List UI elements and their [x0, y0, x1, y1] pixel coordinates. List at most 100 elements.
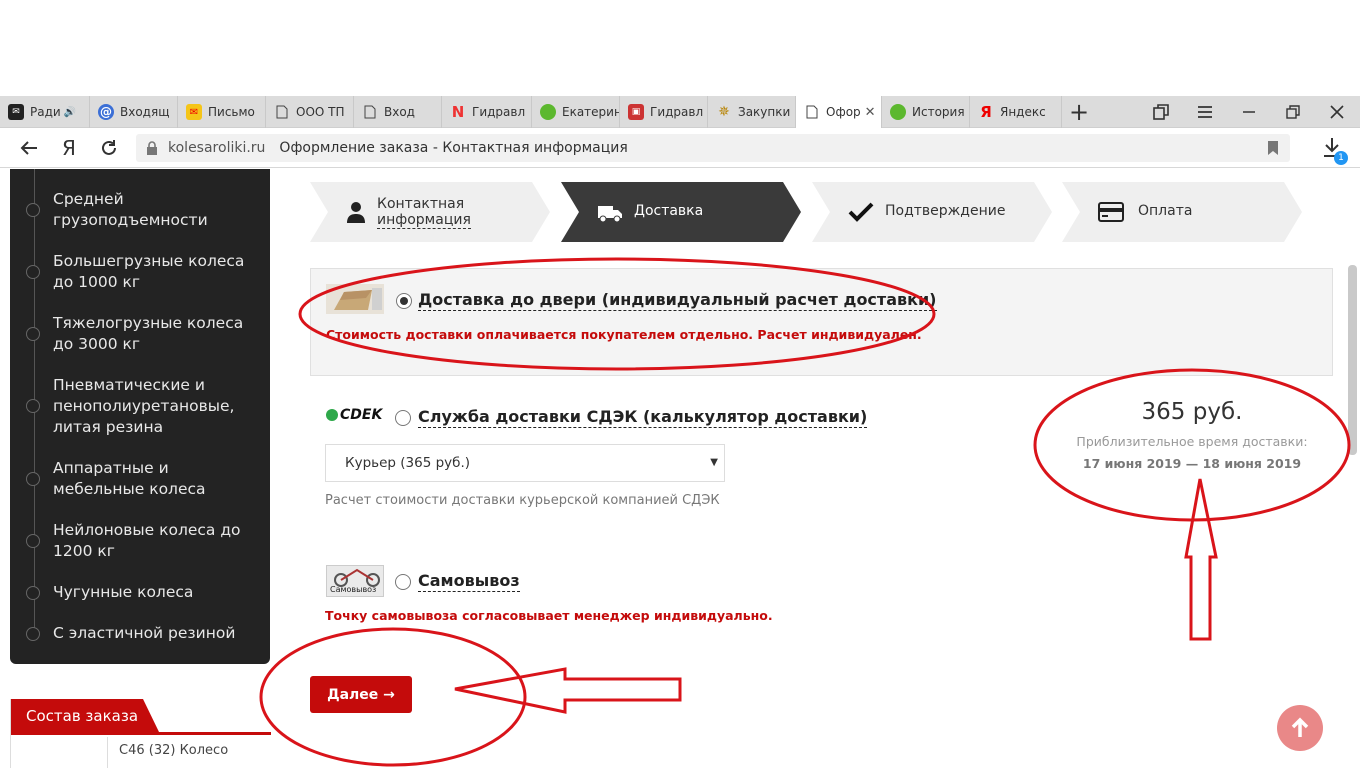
- step-label: Подтверждение: [885, 203, 1006, 219]
- cdek-note: Расчет стоимости доставки курьерской ком…: [325, 493, 720, 508]
- blank-top-area: [0, 0, 1360, 96]
- page-icon: [274, 104, 290, 120]
- at-icon: @: [98, 104, 114, 120]
- tab-10-active[interactable]: Офор ✕: [796, 96, 882, 128]
- door-delivery-radio[interactable]: [396, 293, 412, 309]
- tab-4[interactable]: ООО ТП: [266, 96, 354, 128]
- tab-12[interactable]: Я Яндекс: [970, 96, 1062, 128]
- bullet-icon: [26, 534, 40, 548]
- pickup-thumb-caption: Самовывоз: [330, 585, 377, 594]
- cdek-delivery-radio[interactable]: [395, 410, 411, 426]
- order-summary: Состав заказа С46 (32) Колесо: [10, 699, 271, 768]
- url-field[interactable]: kolesaroliki.ru Оформление заказа - Конт…: [136, 134, 1290, 162]
- user-icon: [347, 202, 365, 223]
- annotation-arrow-left: [454, 667, 682, 714]
- door-delivery-label[interactable]: Доставка до двери (индивидуальный расчет…: [418, 290, 937, 311]
- pickup-label[interactable]: Самовывоз: [418, 571, 520, 592]
- tab-1[interactable]: ✉ Ради 🔊: [0, 96, 90, 128]
- step-contact-info[interactable]: Контактная информация: [310, 182, 550, 242]
- tab-7[interactable]: Екатерин: [532, 96, 620, 128]
- tab-label: Закупки: [738, 105, 791, 119]
- bullet-icon: [26, 265, 40, 279]
- delivery-eta-label: Приблизительное время доставки:: [1076, 434, 1308, 449]
- step-confirmation[interactable]: Подтверждение: [812, 182, 1052, 242]
- step-delivery[interactable]: Доставка: [561, 182, 801, 242]
- bullet-icon: [26, 472, 40, 486]
- truck-icon: [598, 206, 622, 223]
- sidebar-item-cast-iron[interactable]: Чугунные колеса: [26, 582, 266, 603]
- tab-2[interactable]: @ Входящ: [90, 96, 178, 128]
- next-button[interactable]: Далее →: [310, 676, 412, 713]
- pickup-radio[interactable]: [395, 574, 411, 590]
- sidebar-item-pneumatic[interactable]: Пневматические и пенополиуретановые, лит…: [26, 375, 266, 438]
- scrollbar-thumb[interactable]: [1348, 265, 1357, 455]
- forklift-icon: ▣: [628, 104, 644, 120]
- cdek-service-select[interactable]: Курьер (365 руб.) ▼: [325, 444, 725, 482]
- mail-icon: ✉: [8, 104, 24, 120]
- tab-label: Офор: [826, 105, 861, 119]
- order-item-name[interactable]: С46 (32) Колесо: [119, 743, 228, 758]
- tab-label: Яндекс: [1000, 105, 1046, 119]
- tab-label: Вход: [384, 105, 415, 119]
- close-tab-icon[interactable]: ✕: [865, 105, 876, 120]
- cdek-leaf-icon: [326, 409, 338, 421]
- yandex-home-icon[interactable]: Я: [54, 128, 84, 168]
- sidebar-item-elastic-rubber[interactable]: С эластичной резиной: [26, 623, 266, 644]
- pickup-thumbnail: Самовывоз: [326, 565, 384, 597]
- speaker-icon: 🔊: [63, 106, 77, 118]
- sidebar-item-nylon[interactable]: Нейлоновые колеса до 1200 кг: [26, 520, 266, 562]
- door-delivery-note: Стоимость доставки оплачивается покупате…: [326, 327, 922, 342]
- url-page-title: Оформление заказа - Контактная информаци…: [279, 140, 628, 156]
- scrollbar[interactable]: [1346, 169, 1360, 768]
- restore-icon[interactable]: [1278, 96, 1308, 128]
- menu-icon[interactable]: [1190, 96, 1220, 128]
- tab-3[interactable]: ✉ Письмо: [178, 96, 266, 128]
- sidebar-item-heavy-3000[interactable]: Тяжелогрузные колеса до 3000 кг: [26, 313, 266, 355]
- sidebar-item-medium-load[interactable]: Средней грузоподъемности: [26, 189, 266, 231]
- n-logo-icon: N: [451, 103, 465, 121]
- lock-icon: [147, 141, 157, 155]
- category-sidebar: Средней грузоподъемности Большегрузные к…: [10, 169, 270, 664]
- back-icon[interactable]: [14, 128, 44, 168]
- tab-8[interactable]: ▣ Гидравл: [620, 96, 708, 128]
- close-window-icon[interactable]: [1322, 96, 1352, 128]
- bullet-icon: [26, 327, 40, 341]
- cdek-price: 365 руб.: [1141, 399, 1243, 425]
- yandex-icon: Я: [980, 103, 992, 121]
- step-label: Контактная информация: [377, 196, 471, 229]
- green-leaf-icon: [890, 104, 906, 120]
- door-delivery-thumbnail: [326, 284, 384, 314]
- tab-6[interactable]: N Гидравл: [442, 96, 532, 128]
- step-label: Оплата: [1138, 203, 1193, 219]
- tab-label: Входящ: [120, 105, 170, 119]
- reload-icon[interactable]: [94, 128, 124, 168]
- annotation-arrow-up: [1184, 478, 1218, 641]
- order-summary-title: Состав заказа: [11, 699, 159, 732]
- delivery-eta-dates: 17 июня 2019 — 18 июня 2019: [1082, 456, 1302, 471]
- tab-9[interactable]: ✵ Закупки: [708, 96, 796, 128]
- bookmark-icon[interactable]: [1268, 141, 1278, 155]
- step-label: Доставка: [634, 203, 704, 219]
- bullet-icon: [26, 399, 40, 413]
- green-leaf-icon: [540, 104, 556, 120]
- credit-card-icon: [1098, 202, 1124, 222]
- new-tab-button[interactable]: +: [1064, 96, 1094, 128]
- tab-label: Гидравл: [650, 105, 704, 119]
- url-domain: kolesaroliki.ru: [168, 140, 266, 156]
- sidebar-item-furniture[interactable]: Аппаратные и мебельные колеса: [26, 458, 266, 500]
- step-payment[interactable]: Оплата: [1062, 182, 1302, 242]
- scroll-to-top-button[interactable]: [1277, 705, 1323, 751]
- tab-label: Гидравл: [472, 105, 526, 119]
- sidebar-item-heavy-1000[interactable]: Большегрузные колеса до 1000 кг: [26, 251, 266, 293]
- tab-5[interactable]: Вход: [354, 96, 442, 128]
- tabs-overview-icon[interactable]: [1146, 96, 1176, 128]
- page-content: Средней грузоподъемности Большегрузные к…: [0, 169, 1360, 768]
- dropdown-arrow-icon: ▼: [710, 457, 718, 468]
- tab-label: Екатерин: [562, 105, 619, 119]
- cdek-selected-option: Курьер (365 руб.): [345, 455, 471, 471]
- tab-11[interactable]: История: [882, 96, 970, 128]
- bullet-icon: [26, 586, 40, 600]
- minimize-icon[interactable]: [1234, 96, 1264, 128]
- cdek-delivery-label[interactable]: Служба доставки СДЭК (калькулятор достав…: [418, 407, 868, 428]
- page-icon: [804, 104, 820, 120]
